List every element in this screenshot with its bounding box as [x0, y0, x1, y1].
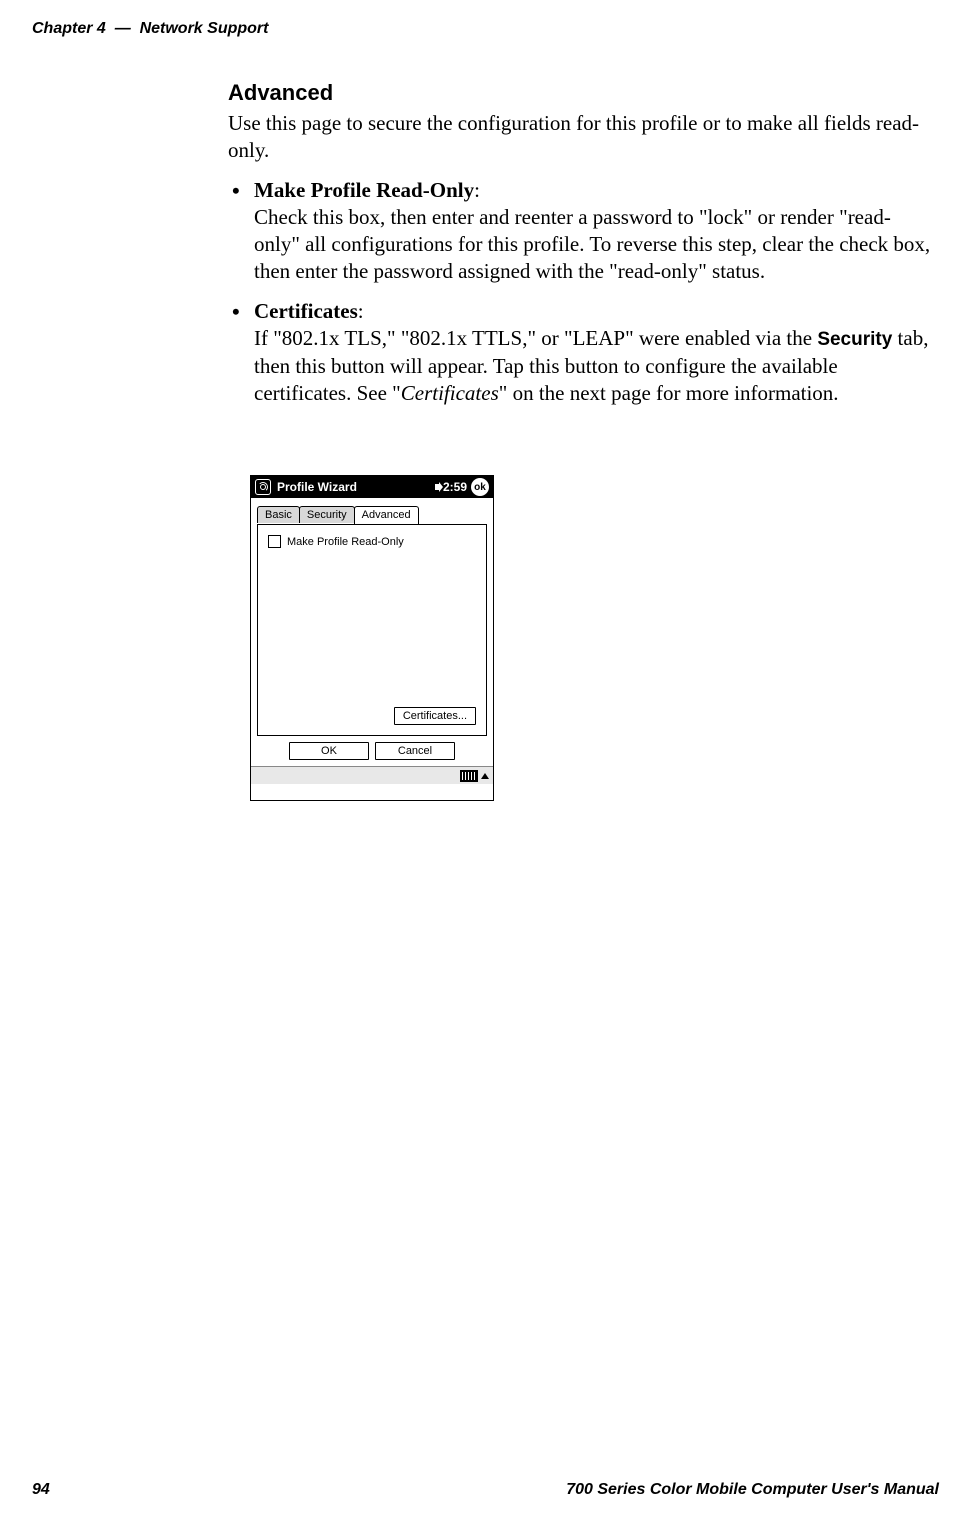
wireless-icon [255, 479, 271, 495]
section-intro: Use this page to secure the configuratio… [228, 110, 932, 165]
okcancel-row: OK Cancel [251, 742, 493, 760]
tab-basic[interactable]: Basic [257, 506, 300, 523]
chapter-label: Chapter 4 [32, 20, 106, 37]
bullet-list: Make Profile Read-Only: Check this box, … [228, 177, 932, 408]
tab-strip: Basic Security Advanced [257, 506, 418, 523]
cancel-button[interactable]: Cancel [375, 742, 455, 760]
book-title: 700 Series Color Mobile Computer User's … [566, 1481, 939, 1499]
ok-badge[interactable]: ok [471, 478, 489, 496]
section-title: Advanced [228, 80, 932, 106]
keyboard-icon[interactable] [460, 770, 478, 782]
running-header: Chapter 4 — Network Support [32, 20, 268, 38]
bullet-label: Make Profile Read-Only [254, 178, 474, 202]
speaker-icon[interactable] [435, 484, 439, 490]
make-readonly-label: Make Profile Read-Only [287, 536, 404, 548]
bullet-certificates: Certificates: If "802.1x TLS," "802.1x T… [228, 298, 932, 408]
clock-time[interactable]: 2:59 [443, 480, 467, 494]
tab-security[interactable]: Security [299, 506, 355, 523]
bullet-make-readonly: Make Profile Read-Only: Check this box, … [228, 177, 932, 286]
bullet-body-e: " on the next page for more information. [499, 381, 839, 405]
sip-arrow-icon[interactable] [481, 773, 489, 779]
make-readonly-checkbox[interactable] [268, 535, 281, 548]
security-tab-ref: Security [817, 329, 892, 350]
profile-wizard-screenshot: Profile Wizard 2:59 ok Basic Security Ad… [250, 475, 494, 801]
header-separator: — [115, 20, 131, 37]
sip-bar [251, 766, 493, 784]
make-readonly-row[interactable]: Make Profile Read-Only [268, 535, 404, 548]
running-footer: 94 700 Series Color Mobile Computer User… [32, 1481, 939, 1499]
certificates-ref: Certificates [401, 381, 499, 405]
bullet-label: Certificates [254, 299, 358, 323]
wizard-body: Basic Security Advanced Make Profile Rea… [251, 498, 493, 784]
wizard-title: Profile Wizard [277, 480, 435, 494]
wizard-titlebar: Profile Wizard 2:59 ok [251, 476, 493, 498]
tab-advanced[interactable]: Advanced [354, 506, 419, 524]
page-number: 94 [32, 1481, 50, 1499]
bullet-body-a: If "802.1x TLS," "802.1x TTLS," or "LEAP… [254, 326, 817, 350]
ok-button[interactable]: OK [289, 742, 369, 760]
chapter-title: Network Support [140, 20, 269, 37]
main-content: Advanced Use this page to secure the con… [228, 80, 932, 419]
certificates-button[interactable]: Certificates... [394, 707, 476, 725]
bullet-body: Check this box, then enter and reenter a… [254, 205, 930, 284]
tab-panel-advanced: Make Profile Read-Only Certificates... [257, 524, 487, 736]
